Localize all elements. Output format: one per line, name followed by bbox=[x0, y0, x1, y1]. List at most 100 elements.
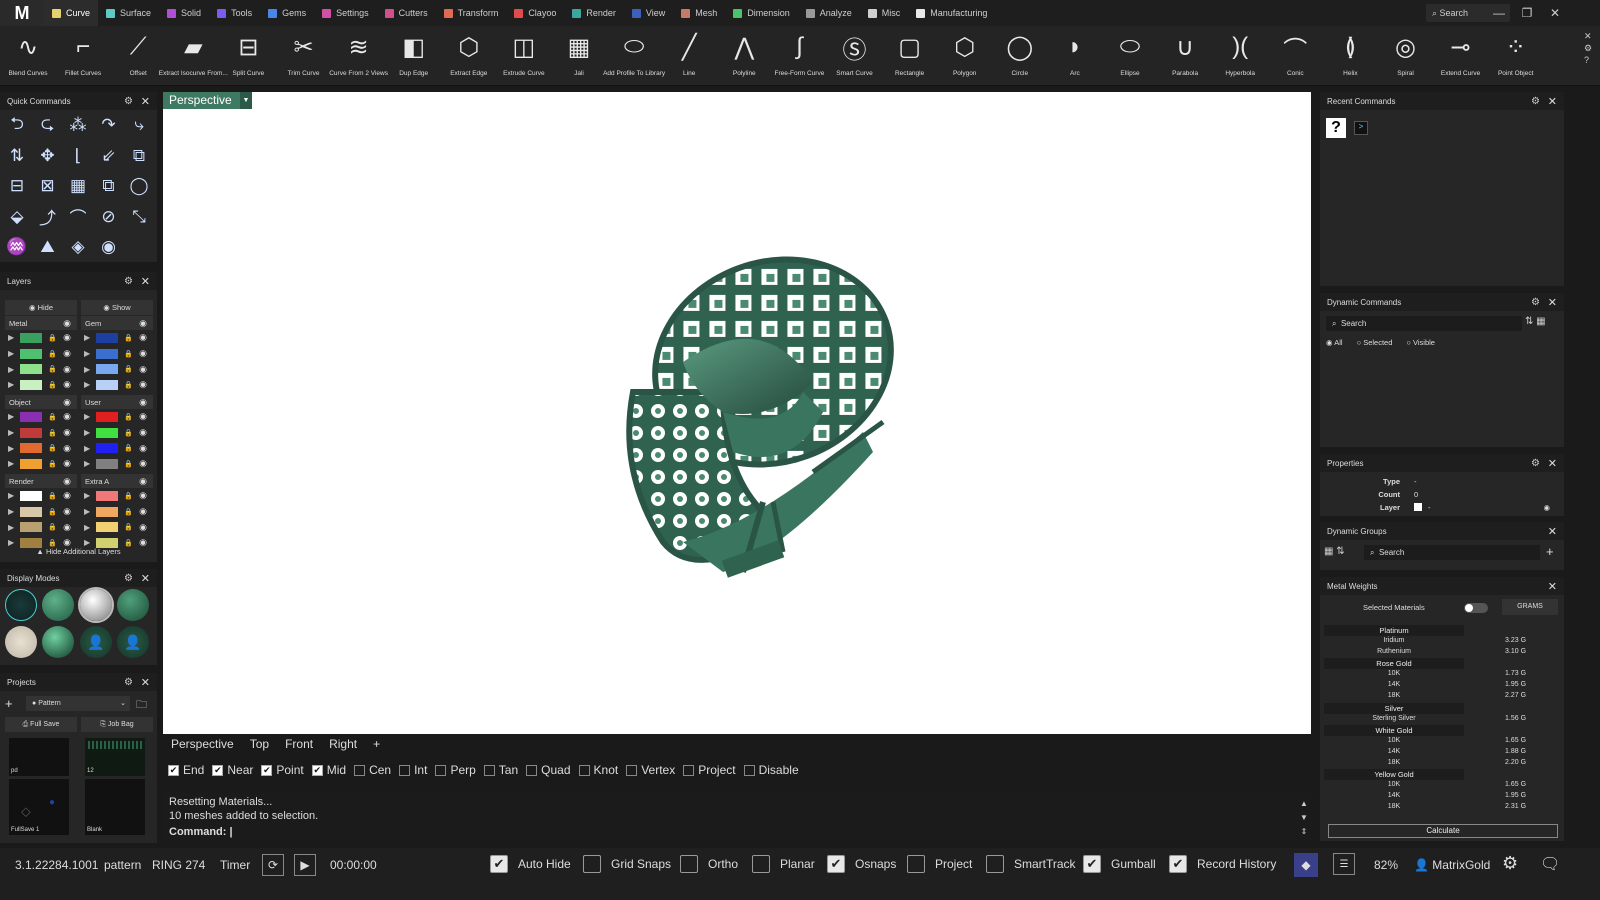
expand-icon[interactable]: ▶ bbox=[8, 349, 18, 358]
selected-materials-toggle[interactable] bbox=[1464, 603, 1488, 613]
shaded-mode-icon[interactable] bbox=[42, 589, 74, 621]
expand-icon[interactable]: ▶ bbox=[84, 349, 94, 358]
eye-icon[interactable]: ◉ bbox=[1543, 501, 1550, 514]
user-mode-2-icon[interactable]: 👤 bbox=[117, 626, 149, 658]
layer-row[interactable]: ▶ 🔒 ◉ bbox=[81, 440, 153, 456]
eye-icon[interactable]: ◉ bbox=[63, 318, 71, 329]
tab-surface[interactable]: Surface bbox=[98, 0, 159, 26]
eye-icon[interactable]: ◉ bbox=[63, 443, 71, 454]
layer-color-swatch[interactable] bbox=[96, 506, 118, 517]
snap-tan[interactable]: Tan bbox=[483, 763, 518, 777]
lock-icon[interactable]: 🔒 bbox=[48, 350, 57, 358]
checkbox-icon[interactable]: ✔ bbox=[311, 764, 323, 776]
checkbox-icon[interactable] bbox=[907, 855, 925, 873]
tab-mesh[interactable]: Mesh bbox=[673, 0, 725, 26]
gear-icon[interactable]: ⚙ bbox=[124, 677, 133, 688]
quick-command-icon[interactable]: ⌊ bbox=[67, 145, 89, 167]
ribbon-button-14[interactable]: ∫ Free-Form Curve bbox=[771, 28, 827, 84]
layer-group-header[interactable]: Gem ◉ bbox=[81, 316, 153, 330]
layer-color-swatch[interactable] bbox=[20, 411, 42, 422]
lock-icon[interactable]: 🔒 bbox=[48, 413, 57, 421]
layer-row[interactable]: ▶ 🔒 ◉ bbox=[81, 330, 153, 346]
quick-command-icon[interactable]: ↷ bbox=[98, 114, 120, 136]
ribbon-button-6[interactable]: ≋ Curve From 2 Views bbox=[329, 28, 388, 84]
layer-group-header[interactable]: Extra A ◉ bbox=[81, 474, 153, 488]
close-icon[interactable]: ✕ bbox=[1548, 580, 1557, 593]
close-icon[interactable]: ✕ bbox=[141, 676, 150, 689]
layer-color-swatch[interactable] bbox=[96, 522, 118, 533]
lock-icon[interactable]: 🔒 bbox=[48, 444, 57, 452]
quick-command-icon[interactable]: ⊟ bbox=[6, 175, 28, 197]
project-thumb[interactable]: ⬦ ● FullSave 1 bbox=[9, 779, 69, 835]
ribbon-button-11[interactable]: ⬭ Add Profile To Library bbox=[603, 28, 665, 84]
ribbon-button-22[interactable]: )(Hyperbola bbox=[1212, 28, 1268, 84]
snap-cen[interactable]: Cen bbox=[354, 763, 391, 777]
eye-icon[interactable]: ◉ bbox=[63, 411, 71, 422]
layer-row[interactable]: ▶ 🔒 ◉ bbox=[81, 456, 153, 472]
close-window-icon[interactable]: ✕ bbox=[1540, 0, 1570, 26]
gear-icon[interactable]: ⚙ bbox=[1531, 96, 1540, 107]
ribbon-button-2[interactable]: ⟋ Offset bbox=[110, 28, 166, 84]
tab-transform[interactable]: Transform bbox=[436, 0, 507, 26]
expand-icon[interactable]: ▶ bbox=[84, 507, 94, 516]
layer-color-swatch[interactable] bbox=[96, 332, 118, 343]
show-layers-button[interactable]: ◉ Show bbox=[81, 300, 153, 315]
folder-icon[interactable]: 🗀 bbox=[136, 696, 147, 715]
checkbox-icon[interactable] bbox=[626, 764, 638, 776]
tab-dimension[interactable]: Dimension bbox=[725, 0, 798, 26]
layer-row[interactable]: ▶ 🔒 ◉ bbox=[5, 519, 77, 535]
layer-color-swatch[interactable] bbox=[20, 443, 42, 454]
eye-icon[interactable]: ◉ bbox=[63, 379, 71, 390]
eye-icon[interactable]: ◉ bbox=[63, 348, 71, 359]
status-toggle-record-history[interactable]: ✔ Record History bbox=[1169, 855, 1276, 873]
eye-icon[interactable]: ◉ bbox=[139, 318, 147, 329]
terminal-command-icon[interactable]: > bbox=[1354, 121, 1368, 135]
checkbox-icon[interactable] bbox=[435, 764, 447, 776]
user-button[interactable]: 👤 MatrixGold bbox=[1414, 858, 1490, 872]
play-timer-icon[interactable]: ▶ bbox=[294, 854, 316, 876]
filter-selected[interactable]: ○ Selected bbox=[1357, 338, 1393, 347]
matrix-icon[interactable]: ◆ bbox=[1294, 853, 1318, 877]
lock-icon[interactable]: 🔒 bbox=[124, 508, 133, 516]
lock-icon[interactable]: 🔒 bbox=[48, 429, 57, 437]
eye-icon[interactable]: ◉ bbox=[139, 379, 147, 390]
layer-row[interactable]: ▶ 🔒 ◉ bbox=[5, 346, 77, 362]
quick-command-icon[interactable]: ⮎ bbox=[37, 114, 59, 136]
ribbon-button-15[interactable]: Ⓢ Smart Curve bbox=[827, 28, 883, 84]
quick-command-icon[interactable]: ⁂ bbox=[67, 114, 89, 136]
lock-icon[interactable]: 🔒 bbox=[124, 460, 133, 468]
gear-icon[interactable]: ⚙ bbox=[1531, 297, 1540, 308]
close-icon[interactable]: ✕ bbox=[141, 572, 150, 585]
ribbon-button-8[interactable]: ⬡ Extract Edge bbox=[441, 28, 497, 84]
wireframe-mode-icon[interactable] bbox=[5, 589, 37, 621]
eye-icon[interactable]: ◉ bbox=[139, 348, 147, 359]
eye-icon[interactable]: ◉ bbox=[63, 427, 71, 438]
eye-icon[interactable]: ◉ bbox=[139, 332, 147, 343]
layer-row[interactable]: ▶ 🔒 ◉ bbox=[81, 425, 153, 441]
close-icon[interactable]: ✕ bbox=[141, 95, 150, 108]
quick-command-icon[interactable]: ✥ bbox=[37, 145, 59, 167]
ribbon-button-16[interactable]: ▢ Rectangle bbox=[882, 28, 938, 84]
snap-perp[interactable]: Perp bbox=[435, 763, 476, 777]
layer-row[interactable]: ▶ 🔒 ◉ bbox=[81, 377, 153, 393]
gear-icon[interactable]: ⚙ bbox=[124, 573, 133, 584]
expand-icon[interactable]: ▶ bbox=[84, 491, 94, 500]
ribbon-button-10[interactable]: ▦ Jali bbox=[551, 28, 607, 84]
expand-icon[interactable]: ▶ bbox=[84, 333, 94, 342]
layer-group-header[interactable]: Metal ◉ bbox=[5, 316, 77, 330]
checkbox-icon[interactable] bbox=[483, 764, 495, 776]
layer-color-swatch[interactable] bbox=[96, 348, 118, 359]
eye-icon[interactable]: ◉ bbox=[63, 476, 71, 487]
viewport-tab-perspective[interactable]: Perspective bbox=[163, 737, 242, 755]
ribbon-button-12[interactable]: ╱ Line bbox=[661, 28, 717, 84]
expand-icon[interactable]: ▶ bbox=[84, 380, 94, 389]
ribbon-button-7[interactable]: ◧ Dup Edge bbox=[386, 28, 442, 84]
job-bag-button[interactable]: ⎘ Job Bag bbox=[81, 717, 153, 732]
rendered-mode-icon[interactable] bbox=[78, 587, 114, 623]
layer-color-swatch[interactable] bbox=[96, 490, 118, 501]
ribbon-button-21[interactable]: ∪ Parabola bbox=[1157, 28, 1213, 84]
tab-curve[interactable]: Curve bbox=[44, 0, 99, 26]
checkbox-icon[interactable]: ✔ bbox=[490, 855, 508, 873]
snap-int[interactable]: Int bbox=[399, 763, 427, 777]
checkbox-icon[interactable] bbox=[399, 764, 411, 776]
